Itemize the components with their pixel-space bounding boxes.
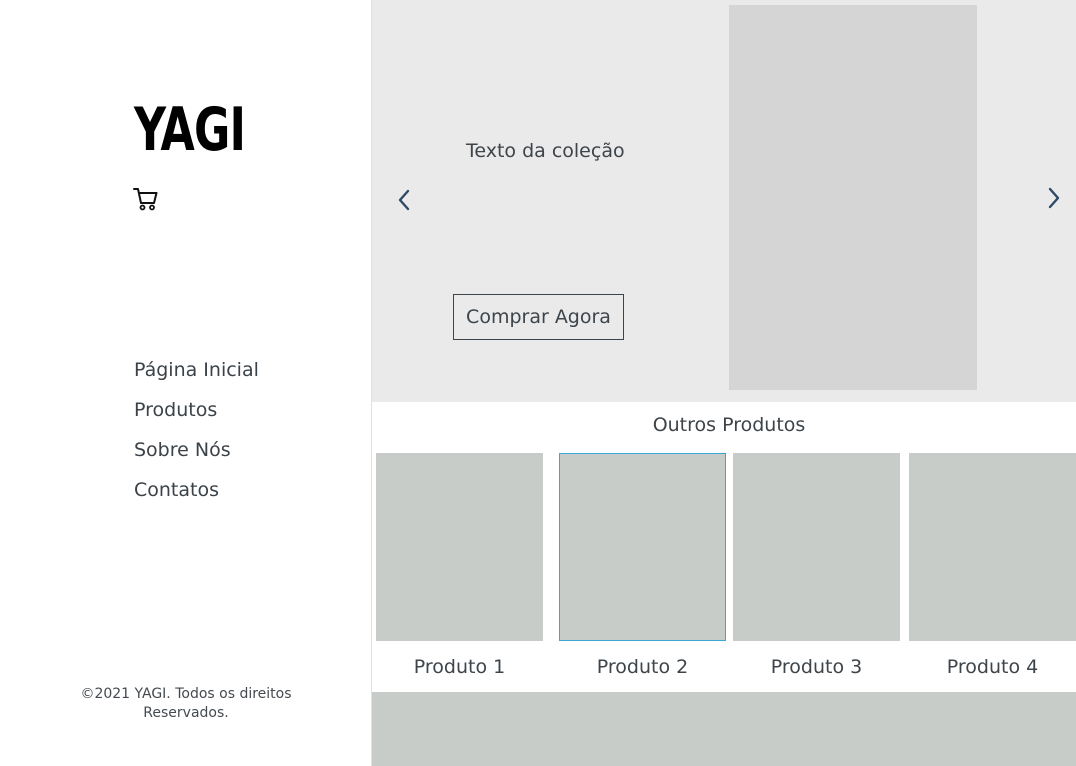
product-card[interactable]: Produto 4: [909, 453, 1076, 678]
nav-item-about[interactable]: Sobre Nós: [134, 430, 259, 470]
main-nav: Página Inicial Produtos Sobre Nós Contat…: [134, 350, 259, 510]
product-image[interactable]: [559, 453, 726, 641]
product-name[interactable]: Produto 2: [559, 656, 726, 678]
nav-item-contacts[interactable]: Contatos: [134, 470, 259, 510]
section-title: Outros Produtos: [652, 414, 806, 436]
nav-item-home[interactable]: Página Inicial: [134, 350, 259, 390]
sidebar: YAGI Página Inicial Produtos Sobre Nós C…: [0, 0, 372, 766]
collection-text: Texto da coleção: [466, 140, 625, 162]
cart-button[interactable]: [131, 184, 161, 214]
product-card[interactable]: Produto 1: [376, 453, 543, 678]
buy-now-button[interactable]: Comprar Agora: [453, 294, 624, 340]
cart-icon: [133, 188, 158, 211]
product-name[interactable]: Produto 3: [733, 656, 900, 678]
chevron-right-icon: [1048, 187, 1060, 209]
product-image[interactable]: [376, 453, 543, 641]
copyright-line-1: ©2021 YAGI. Todos os direitos: [80, 686, 292, 702]
hero-carousel: Texto da coleção Comprar Agora: [372, 0, 1076, 402]
chevron-left-icon: [398, 189, 410, 211]
collection-image: [729, 5, 977, 390]
product-name[interactable]: Produto 4: [909, 656, 1076, 678]
product-name[interactable]: Produto 1: [376, 656, 543, 678]
bottom-banner: [372, 692, 1076, 766]
carousel-next-button[interactable]: [1042, 183, 1066, 213]
carousel-prev-button[interactable]: [392, 185, 416, 215]
other-products-section: Outros Produtos Produto 1 Produto 2 Prod…: [372, 402, 1076, 692]
logo[interactable]: YAGI: [134, 98, 246, 162]
product-image[interactable]: [733, 453, 900, 641]
product-image[interactable]: [909, 453, 1076, 641]
nav-item-products[interactable]: Produtos: [134, 390, 259, 430]
copyright-line-2: Reservados.: [143, 705, 229, 721]
product-card[interactable]: Produto 3: [733, 453, 900, 678]
copyright-footer: ©2021 YAGI. Todos os direitos Reservados…: [76, 685, 296, 723]
product-card[interactable]: Produto 2: [559, 453, 726, 678]
